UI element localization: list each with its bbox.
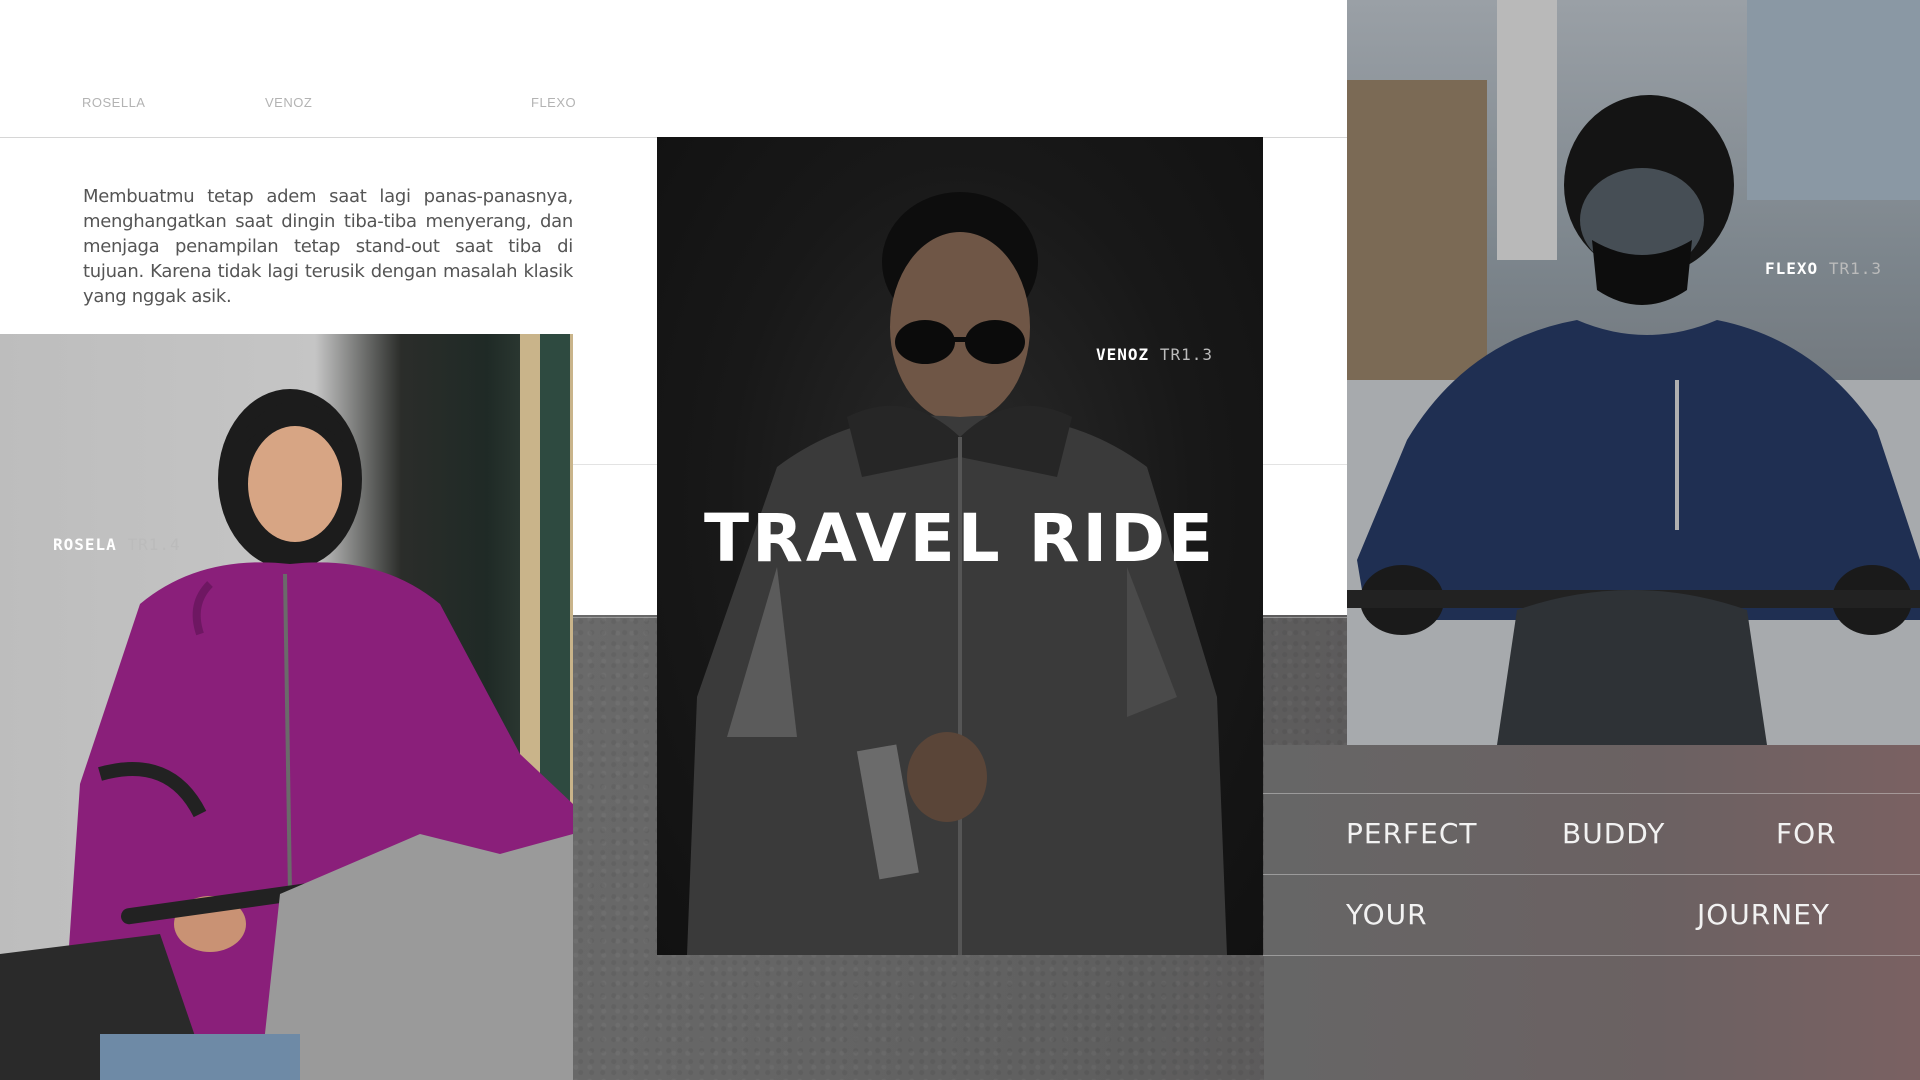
nav-item-rosella[interactable]: ROSELLA — [82, 95, 145, 110]
product-code: TR1.4 — [127, 535, 181, 554]
rider-illustration-flexo — [1347, 0, 1920, 745]
tagline-word: FOR — [1776, 817, 1837, 850]
product-name: VENOZ — [1096, 345, 1150, 364]
product-name: ROSELA — [53, 535, 117, 554]
tagline-rule-middle — [1263, 874, 1920, 875]
product-label-flexo: FLEXO TR1.3 — [1765, 259, 1882, 278]
photo-rosela — [0, 334, 573, 1080]
product-label-rosela: ROSELA TR1.4 — [53, 535, 181, 554]
product-code: TR1.3 — [1159, 345, 1213, 364]
tagline-word: BUDDY — [1562, 817, 1666, 850]
tagline-word: YOUR — [1346, 898, 1428, 931]
product-label-venoz: VENOZ TR1.3 — [1096, 345, 1213, 364]
brand-logo: TRAVEL RIDE — [704, 500, 1216, 577]
description-text: Membuatmu tetap adem saat lagi panas-pan… — [83, 186, 573, 307]
photo-flexo — [1347, 0, 1920, 745]
tagline-word: PERFECT — [1346, 817, 1478, 850]
product-name: FLEXO — [1765, 259, 1819, 278]
tagline-rule-top — [1263, 793, 1920, 794]
tagline-rule-bottom — [1263, 955, 1920, 956]
nav-item-flexo[interactable]: FLEXO — [531, 95, 576, 110]
product-code: TR1.3 — [1828, 259, 1882, 278]
nav-item-venoz[interactable]: VENOZ — [265, 95, 312, 110]
tagline-word: JOURNEY — [1697, 898, 1830, 931]
rider-illustration-rosela — [0, 334, 573, 1080]
